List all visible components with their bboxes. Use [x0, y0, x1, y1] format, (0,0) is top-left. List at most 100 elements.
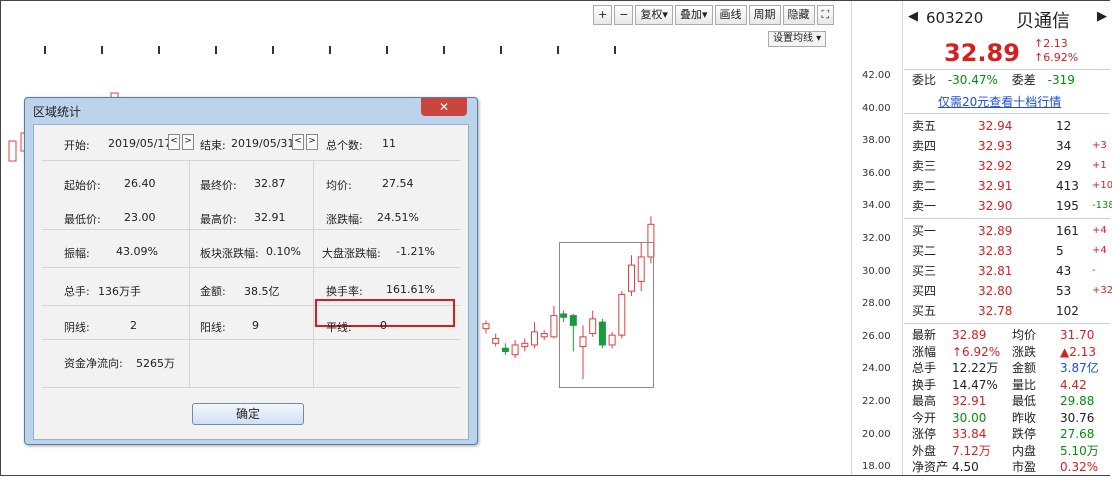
stat-l2: 最低	[1012, 394, 1037, 408]
amp-label: 振幅:	[64, 247, 90, 260]
stat-v1: 7.12万	[952, 443, 991, 458]
chart-toolbar: + − 复权▾ 叠加▾ 画线 周期 隐藏 ⛶	[593, 5, 836, 25]
stat-v2: 31.70	[1060, 328, 1095, 342]
stock-name: 贝通信	[1016, 11, 1070, 32]
divider	[904, 323, 1110, 324]
avg-label: 均价:	[326, 179, 352, 192]
high-value: 32.91	[254, 211, 286, 224]
end-date-stepper[interactable]: < >	[290, 134, 318, 150]
stat-l1: 涨停	[912, 427, 937, 441]
level-label: 买一	[912, 224, 937, 238]
level-label: 买五	[912, 304, 937, 318]
open-label: 起始价:	[64, 179, 101, 192]
avg-value: 27.54	[382, 177, 414, 190]
orderbook-row: 买二 32.83 5 +4	[912, 242, 1112, 260]
sector-value: 0.10%	[266, 245, 301, 258]
candle	[501, 343, 509, 355]
level-label: 卖一	[912, 199, 937, 213]
orderbook-row: 买五 32.78 102	[912, 302, 1112, 320]
divider	[902, 1, 903, 475]
level-price: 32.92	[978, 159, 1013, 173]
candle-body	[492, 337, 500, 344]
weibi-value: -30.47%	[947, 73, 998, 87]
stat-l1: 外盘	[912, 443, 937, 458]
level-price: 32.93	[978, 139, 1013, 153]
level-change: -138	[1092, 200, 1112, 211]
stat-v1: 30.00	[952, 410, 987, 425]
price-tick: 22.00	[862, 396, 891, 407]
end-date: 2019/05/31	[231, 137, 295, 150]
level-volume: 12	[1056, 119, 1072, 133]
expand-icon[interactable]: ⛶	[816, 5, 835, 25]
chevron-left-icon[interactable]: <	[292, 134, 304, 150]
stat-l2: 金额	[1012, 361, 1037, 375]
level-label: 买二	[912, 244, 937, 258]
price-tick: 26.00	[862, 330, 891, 342]
stat-l2: 涨跌	[1012, 344, 1037, 359]
close-icon[interactable]: ✕	[421, 98, 467, 116]
level-label: 买四	[912, 284, 937, 298]
stat-l2: 量比	[1012, 377, 1037, 392]
level-volume: 161	[1056, 224, 1079, 238]
stat-row: 换手 14.47% 量比 4.42	[912, 376, 1112, 394]
low-value: 23.00	[124, 211, 156, 224]
divider	[904, 218, 1110, 219]
turnover-value: 161.61%	[386, 283, 435, 296]
level-volume: 195	[1056, 199, 1079, 213]
candle	[550, 305, 558, 339]
toolbar-button[interactable]: 复权▾	[635, 5, 673, 25]
last-price: 32.89	[944, 39, 1020, 67]
level-change: +3	[1092, 140, 1107, 151]
chg-label: 涨跌幅:	[326, 213, 363, 226]
flow-value: 5265万	[136, 357, 175, 370]
close-label: 最终价:	[200, 179, 237, 192]
market-value: -1.21%	[396, 245, 435, 258]
level-change: +4	[1092, 225, 1107, 236]
plus-icon[interactable]: +	[593, 5, 613, 25]
toolbar-button[interactable]: 隐藏	[782, 5, 815, 25]
promo-link[interactable]: 仅需20元查看十档行情	[938, 93, 1061, 110]
up-value: 9	[252, 319, 259, 332]
next-stock-icon[interactable]: ▶	[1097, 9, 1107, 24]
toolbar-button[interactable]: 周期	[748, 5, 781, 25]
vol-label: 总手:	[64, 285, 90, 298]
chevron-right-icon[interactable]: >	[306, 134, 318, 150]
low-label: 最低价:	[64, 213, 101, 226]
price-tick: 32.00	[862, 233, 891, 244]
stat-v2: 3.87亿	[1060, 361, 1099, 375]
candle-body	[482, 323, 490, 330]
ok-button[interactable]: 确定	[192, 403, 304, 425]
amount-label: 金额:	[200, 285, 226, 298]
stat-row: 最高 32.91 最低 29.88	[912, 392, 1112, 410]
level-volume: 413	[1056, 179, 1079, 193]
selection-range-box	[559, 242, 654, 388]
chevron-left-icon[interactable]: <	[168, 134, 180, 150]
stat-v2: 27.68	[1060, 427, 1095, 441]
chevron-right-icon[interactable]: >	[182, 134, 194, 150]
orderbook-row: 买一 32.89 161 +4	[912, 222, 1112, 240]
chg-value: 24.51%	[377, 211, 419, 224]
stat-row: 总手 12.22万 金额 3.87亿	[912, 359, 1112, 377]
divider	[313, 160, 314, 387]
start-date-stepper[interactable]: < >	[166, 134, 194, 150]
start-date: 2019/05/17	[108, 137, 172, 150]
sector-label: 板块涨跌幅:	[200, 247, 259, 260]
orderbook-row: 卖三 32.92 29 +1	[912, 157, 1112, 175]
ma-settings-button[interactable]: 设置均线 ▾	[768, 31, 827, 47]
toolbar-button[interactable]: 叠加▾	[674, 5, 713, 25]
stat-l2: 跌停	[1012, 427, 1037, 441]
prev-stock-icon[interactable]: ◀	[908, 9, 918, 24]
toolbar-button[interactable]: 画线	[714, 5, 747, 25]
level-change: +32	[1092, 285, 1112, 296]
stat-l1: 总手	[912, 361, 937, 375]
level-label: 卖二	[912, 179, 937, 193]
minus-icon[interactable]: −	[614, 5, 634, 25]
orderbook-row: 卖一 32.90 195 -138	[912, 197, 1112, 215]
price-tick: 34.00	[862, 200, 891, 212]
stat-l2: 内盘	[1012, 443, 1037, 458]
divider	[42, 267, 460, 268]
stat-v1: 32.91	[952, 394, 987, 408]
candle	[511, 340, 519, 358]
price-tick: 36.00	[862, 167, 891, 179]
price-tick: 38.00	[862, 135, 891, 147]
